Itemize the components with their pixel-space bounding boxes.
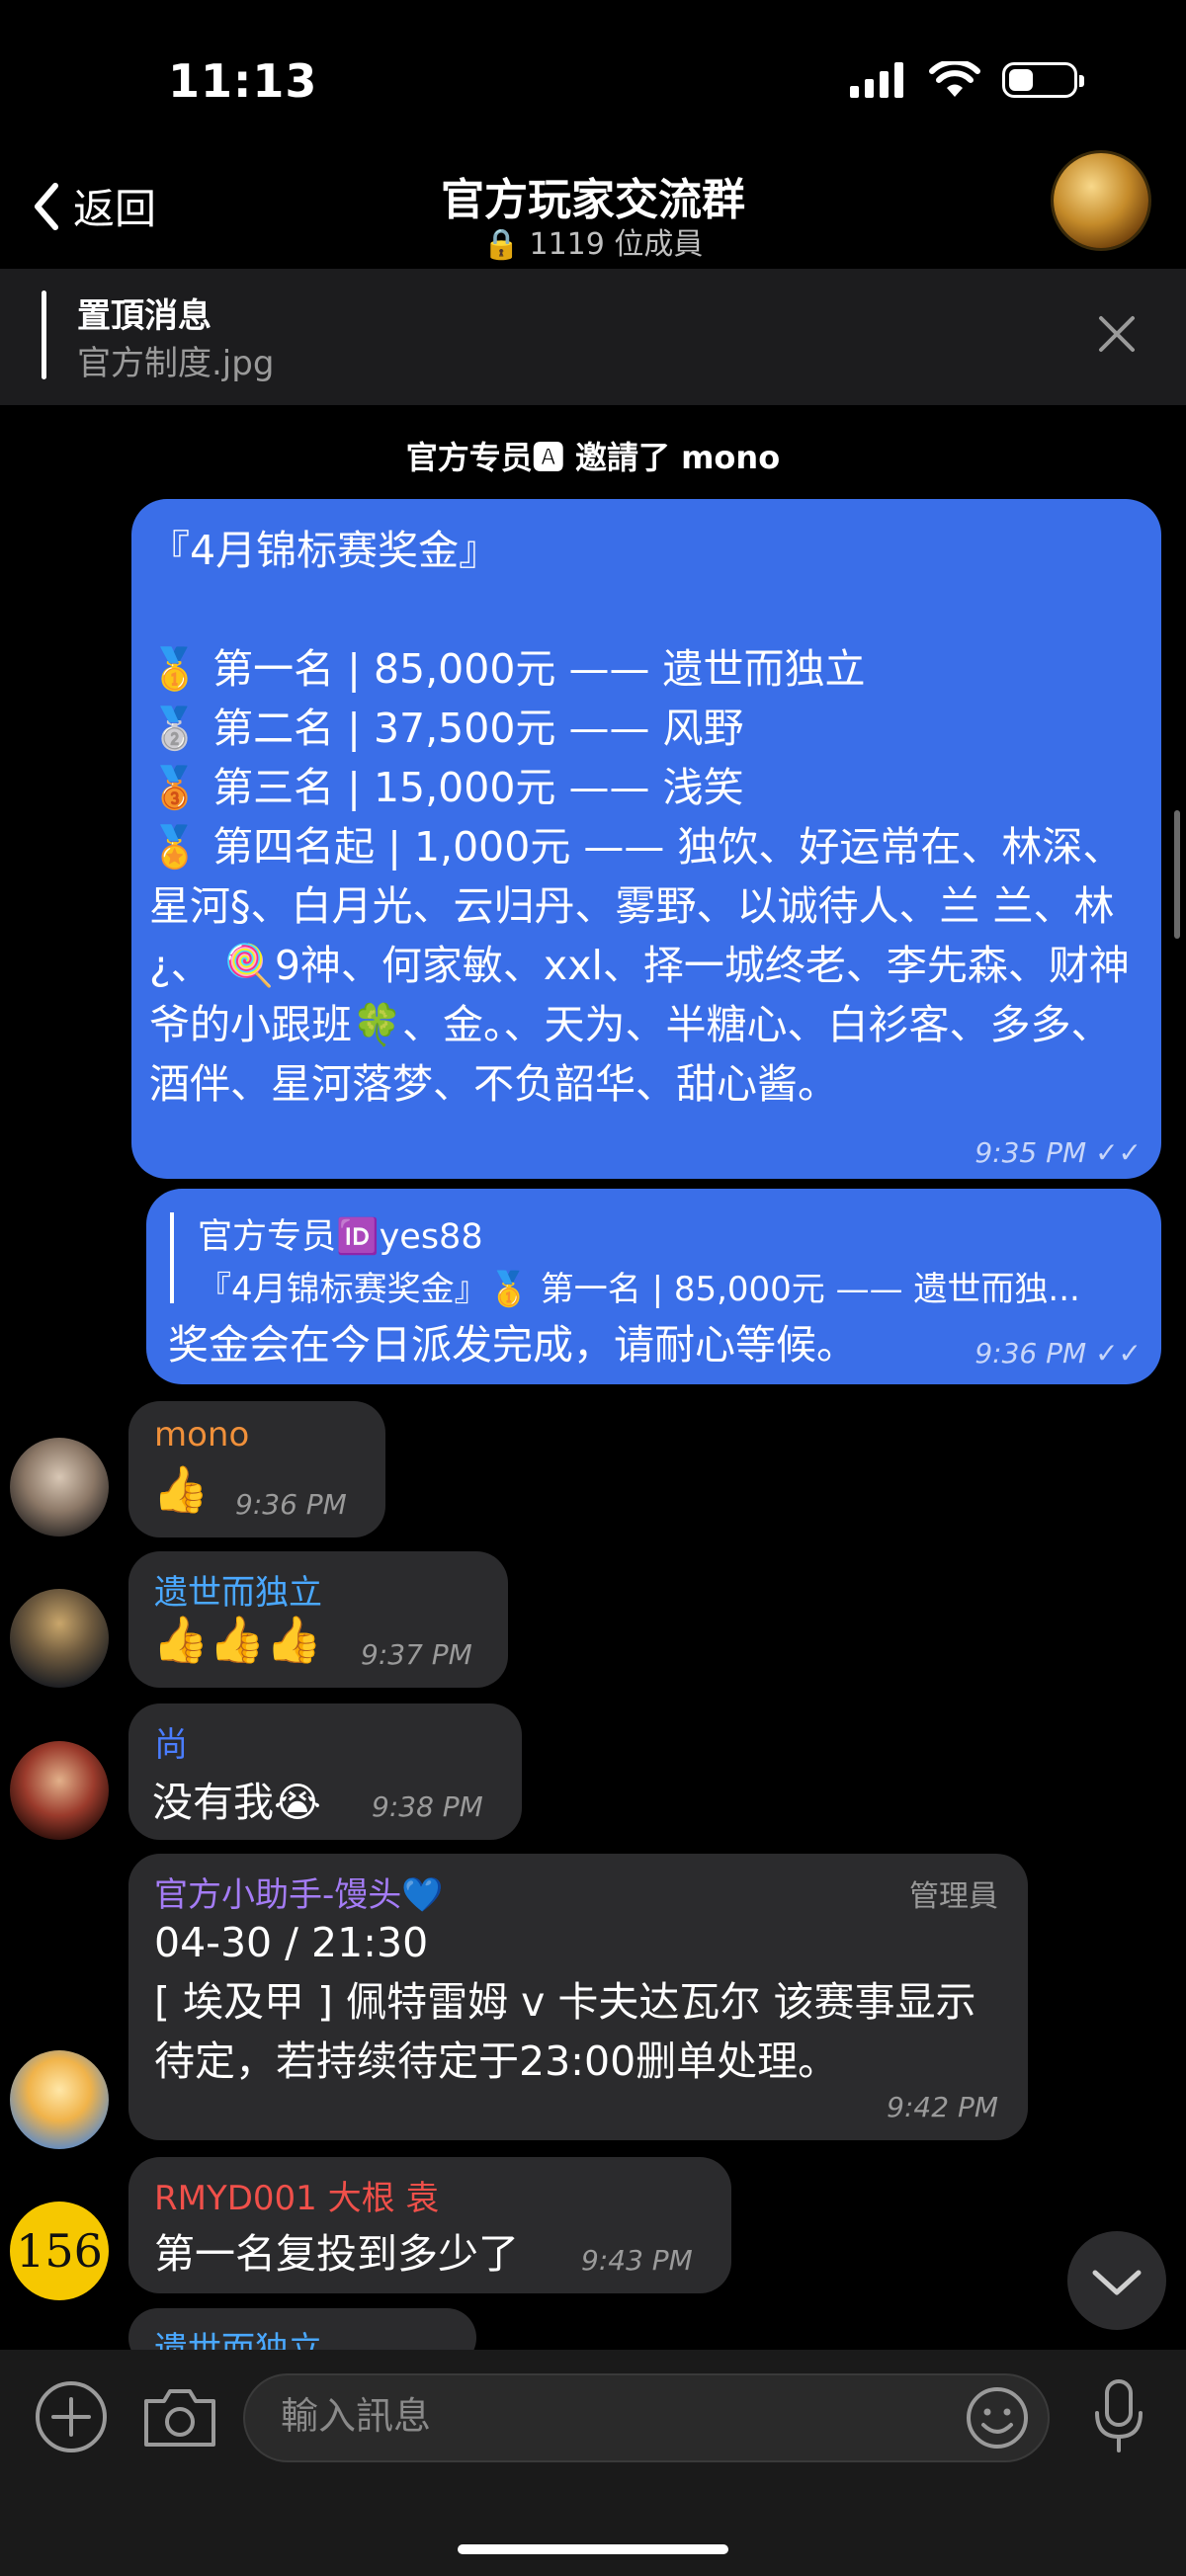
chat-title[interactable]: 官方玩家交流群 xyxy=(0,164,1186,227)
microphone-icon[interactable] xyxy=(1091,2377,1146,2456)
group-avatar[interactable] xyxy=(1054,153,1148,248)
avatar[interactable] xyxy=(10,1589,109,1688)
avatar[interactable] xyxy=(10,1741,109,1840)
chat-message[interactable]: mono 👍 9:36 PM xyxy=(128,1401,385,1537)
emoji-icon[interactable] xyxy=(965,2385,1030,2451)
message-text-input[interactable] xyxy=(279,2393,915,2439)
announcement-bubble[interactable]: 『4月锦标赛奖金』 🥇 第一名 | 85,000元 —— 遗世而独立 🥈 第二名… xyxy=(131,499,1161,1179)
reply-bubble[interactable]: 官方专员🆔yes88 『4月锦标赛奖金』🥇 第一名 | 85,000元 —— 遗… xyxy=(146,1189,1161,1384)
chat-message[interactable]: 官方小助手-馒头💙 管理員 04-30 / 21:30 [ 埃及甲 ] 佩特雷姆… xyxy=(128,1854,1028,2140)
status-time: 11:13 xyxy=(168,54,318,108)
double-check-icon: ✓✓ xyxy=(1095,1136,1142,1169)
cellular-signal-icon xyxy=(850,62,903,98)
pinned-text: 官方制度.jpg xyxy=(77,344,275,383)
scroll-to-bottom-button[interactable] xyxy=(1067,2231,1166,2330)
chevron-down-icon xyxy=(1092,2270,1142,2295)
admin-badge: 管理員 xyxy=(909,1879,998,1914)
announcement-text: 『4月锦标赛奖金』 🥇 第一名 | 85,000元 —— 遗世而独立 🥈 第二名… xyxy=(149,527,1130,1108)
avatar-label: 156 xyxy=(16,2224,103,2278)
avatar[interactable] xyxy=(10,1438,109,1537)
chat-message[interactable]: RMYD001 大根 袁 第一名复投到多少了 9:43 PM xyxy=(128,2157,731,2293)
message-text: 没有我😭 xyxy=(152,1779,321,1826)
add-attachment-icon[interactable] xyxy=(34,2379,109,2454)
pinned-title: 置頂消息 xyxy=(77,296,212,336)
quoted-text: 『4月锦标赛奖金』🥇 第一名 | 85,000元 —— 遗世而独... xyxy=(198,1270,1080,1309)
system-message: 官方专员🅰 邀請了 mono xyxy=(405,439,781,476)
pinned-message-banner[interactable]: 置頂消息 官方制度.jpg xyxy=(0,269,1186,405)
quote-bar xyxy=(170,1212,174,1303)
battery-icon xyxy=(1002,62,1084,98)
message-time: 9:35 PM ✓✓ xyxy=(974,1136,1142,1169)
member-count: 🔒 1119 位成員 xyxy=(0,219,1186,263)
scroll-indicator[interactable] xyxy=(1174,810,1180,939)
message-text: 第一名复投到多少了 xyxy=(154,2230,519,2278)
message-text: 04-30 / 21:30 [ 埃及甲 ] 佩特雷姆 v 卡夫达瓦尔 该赛事显示… xyxy=(154,1919,976,2085)
message-time: 9:42 PM xyxy=(887,2091,998,2123)
chat-message[interactable]: 尚 没有我😭 9:38 PM xyxy=(128,1703,522,1840)
message-time: 9:38 PM xyxy=(372,1790,483,1823)
close-icon[interactable] xyxy=(1097,314,1137,354)
message-text: 👍👍👍 xyxy=(152,1613,322,1666)
pinned-indicator xyxy=(42,291,46,379)
sender-name[interactable]: RMYD001 大根 袁 xyxy=(154,2171,439,2219)
message-time: 9:36 PM ✓✓ xyxy=(974,1337,1142,1370)
reply-text: 奖金会在今日派发完成，请耐心等候。 xyxy=(168,1321,857,1369)
chat-message[interactable]: 遗世而独立 👍👍👍 9:37 PM xyxy=(128,1551,508,1688)
quoted-sender: 官方专员🆔yes88 xyxy=(198,1217,483,1257)
member-count-text: 1119 位成員 xyxy=(529,227,704,262)
avatar[interactable] xyxy=(10,2050,109,2149)
status-icons xyxy=(850,61,1084,99)
wifi-icon xyxy=(929,61,980,97)
message-time: 9:37 PM xyxy=(361,1638,472,1671)
sender-name[interactable]: 遗世而独立 xyxy=(154,1565,322,1614)
home-indicator[interactable] xyxy=(458,2544,728,2554)
double-check-icon: ✓✓ xyxy=(1095,1337,1142,1370)
message-composer xyxy=(0,2350,1186,2576)
avatar[interactable]: 156 xyxy=(10,2202,109,2300)
message-input[interactable] xyxy=(243,2373,1050,2462)
message-time: 9:43 PM xyxy=(581,2244,693,2277)
message-text: 👍 xyxy=(152,1462,210,1516)
lock-icon: 🔒 xyxy=(482,227,520,262)
sender-name[interactable]: mono xyxy=(154,1415,249,1454)
message-time: 9:36 PM xyxy=(235,1488,347,1521)
sender-name[interactable]: 尚 xyxy=(154,1717,188,1766)
camera-icon[interactable] xyxy=(140,2385,219,2451)
sender-name[interactable]: 官方小助手-馒头💙 xyxy=(154,1868,444,1916)
